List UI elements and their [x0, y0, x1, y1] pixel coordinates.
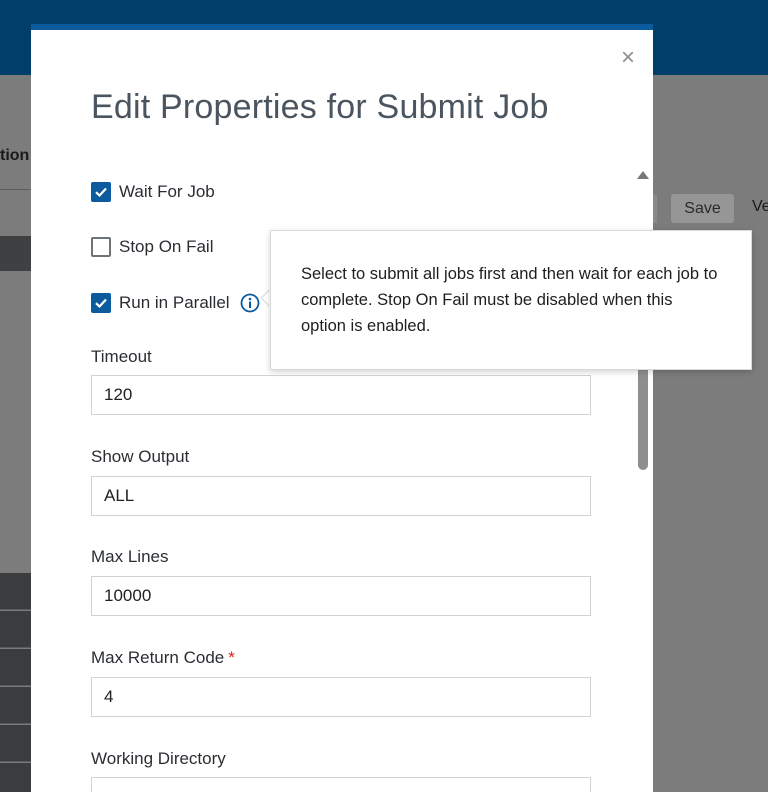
- table-row: [0, 763, 31, 792]
- max-return-code-label: Max Return Code: [91, 648, 225, 667]
- run-in-parallel-tooltip: Select to submit all jobs first and then…: [270, 230, 752, 370]
- table-row: [0, 573, 31, 610]
- run-in-parallel-option[interactable]: Run in Parallel: [91, 293, 260, 313]
- modal-title: Edit Properties for Submit Job: [91, 88, 549, 126]
- save-button: Save: [671, 194, 734, 223]
- table-row: [0, 687, 31, 724]
- timeout-label: Timeout: [91, 347, 152, 366]
- run-in-parallel-label: Run in Parallel: [119, 293, 230, 312]
- table-row: [0, 611, 31, 648]
- tooltip-text: Select to submit all jobs first and then…: [301, 265, 718, 335]
- timeout-input[interactable]: [91, 375, 591, 415]
- show-output-label: Show Output: [91, 447, 190, 466]
- checkmark-icon: [95, 298, 107, 309]
- required-marker: *: [228, 648, 235, 667]
- max-return-code-input[interactable]: [91, 677, 591, 717]
- toolbar-button-edge: [653, 195, 657, 223]
- wait-for-job-checkbox[interactable]: [91, 182, 111, 202]
- working-directory-label: Working Directory: [91, 749, 226, 768]
- scroll-up-arrow-icon[interactable]: [637, 171, 649, 179]
- column-header-fragment: tion: [0, 147, 30, 164]
- toolbar-button-fragment: Ve: [752, 198, 768, 215]
- info-icon[interactable]: [240, 293, 260, 313]
- stop-on-fail-checkbox[interactable]: [91, 237, 111, 257]
- max-lines-input[interactable]: [91, 576, 591, 616]
- edit-properties-modal: × Edit Properties for Submit Job Wait Fo…: [31, 24, 653, 792]
- table-header-row: [0, 236, 31, 271]
- max-lines-label: Max Lines: [91, 547, 169, 566]
- show-output-input[interactable]: [91, 476, 591, 516]
- wait-for-job-option[interactable]: Wait For Job: [91, 182, 215, 202]
- max-return-code-label-row: Max Return Code *: [91, 648, 235, 668]
- stop-on-fail-label: Stop On Fail: [119, 237, 214, 256]
- table-row: [0, 725, 31, 762]
- run-in-parallel-checkbox[interactable]: [91, 293, 111, 313]
- working-directory-input[interactable]: [91, 777, 591, 792]
- close-icon[interactable]: ×: [621, 46, 635, 70]
- checkmark-icon: [95, 187, 107, 198]
- wait-for-job-label: Wait For Job: [119, 182, 215, 201]
- table-row: [0, 649, 31, 686]
- divider: [0, 189, 31, 190]
- stop-on-fail-option[interactable]: Stop On Fail: [91, 237, 214, 257]
